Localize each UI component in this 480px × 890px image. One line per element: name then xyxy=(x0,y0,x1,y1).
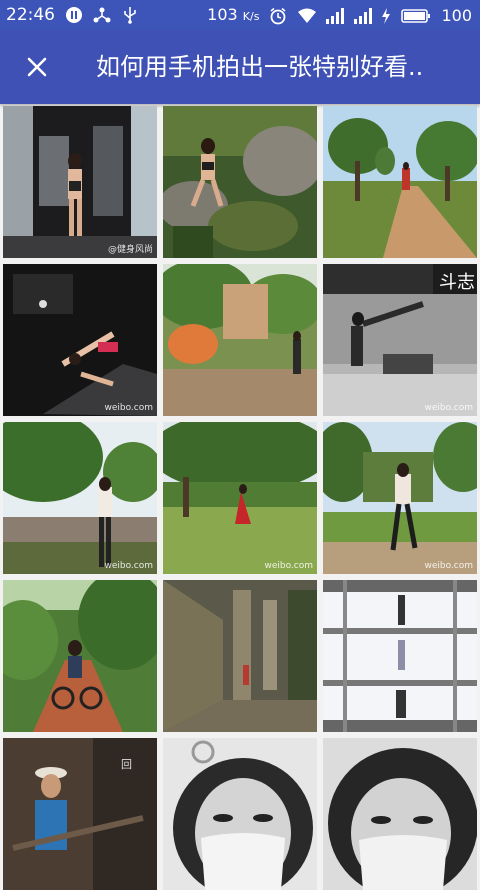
photo-park-street[interactable] xyxy=(163,264,317,416)
watermark: weibo.com xyxy=(424,561,473,571)
svg-text:回: 回 xyxy=(121,758,132,771)
photo-rocks-forest[interactable] xyxy=(163,106,317,258)
photo-dirt-road-trees[interactable] xyxy=(323,106,477,258)
photo-gym-dark-stretch[interactable]: weibo.com xyxy=(3,264,157,416)
status-bar: 22:46 103 K/s 100 xyxy=(0,0,480,30)
pause-circle-icon xyxy=(65,6,83,24)
network-speed: 103 K/s xyxy=(207,5,260,24)
watermark: weibo.com xyxy=(104,561,153,571)
status-time: 22:46 xyxy=(6,5,55,25)
wifi-icon xyxy=(297,7,317,25)
svg-text:斗志: 斗志 xyxy=(439,272,475,293)
photo-stone-corridor[interactable] xyxy=(163,580,317,732)
photo-window-silhouette[interactable] xyxy=(323,580,477,732)
watermark: weibo.com xyxy=(264,561,313,571)
watermark: weibo.com xyxy=(424,403,473,413)
photo-fence-greenery[interactable]: weibo.com xyxy=(3,422,157,574)
charging-icon xyxy=(381,7,391,25)
alarm-icon xyxy=(269,7,287,25)
photo-red-dress-lawn[interactable]: weibo.com xyxy=(163,422,317,574)
photo-gym-window[interactable]: @健身风尚 xyxy=(3,106,157,258)
photo-walking-park[interactable]: weibo.com xyxy=(323,422,477,574)
photo-bw-face-mask-2[interactable] xyxy=(323,738,477,890)
photo-gym-bw-kick[interactable]: 斗志 weibo.com xyxy=(323,264,477,416)
signal-icon xyxy=(353,7,373,25)
photo-bike-trail[interactable] xyxy=(3,580,157,732)
photo-man-hat[interactable]: 回 xyxy=(3,738,157,890)
page-title: 如何用手机拍出一张特别好看.. xyxy=(96,53,424,81)
battery-level: 100 xyxy=(441,6,472,25)
signal-icon xyxy=(325,7,345,25)
close-button[interactable] xyxy=(20,50,54,84)
share-nodes-icon xyxy=(93,6,111,24)
watermark: @健身风尚 xyxy=(107,245,153,255)
battery-icon xyxy=(401,7,431,25)
close-icon xyxy=(27,57,47,77)
watermark: weibo.com xyxy=(104,403,153,413)
usb-icon xyxy=(121,6,139,24)
app-bar: 如何用手机拍出一张特别好看.. xyxy=(0,30,480,104)
photo-bw-face-mask-1[interactable] xyxy=(163,738,317,890)
